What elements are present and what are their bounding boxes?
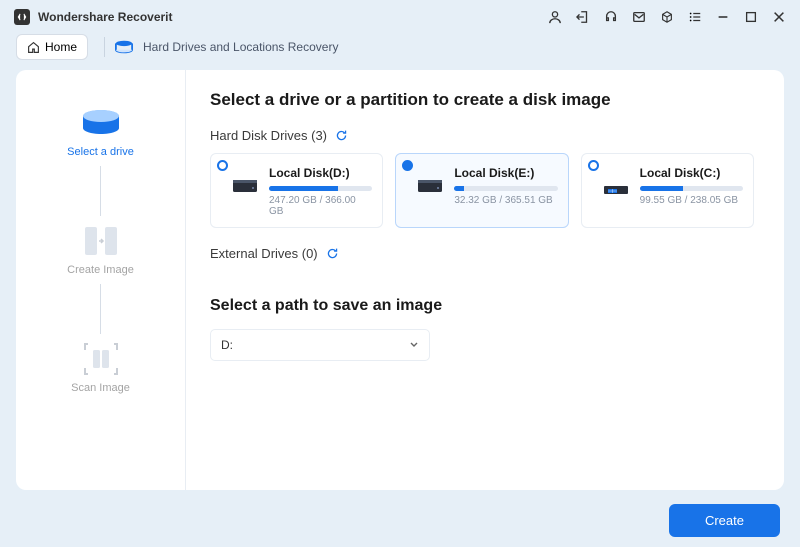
- drive-radio[interactable]: [217, 160, 228, 171]
- home-button[interactable]: Home: [16, 34, 88, 60]
- drive-name: Local Disk(E:): [454, 166, 557, 180]
- create-image-step-icon: [77, 224, 125, 258]
- usage-bar: [269, 186, 372, 191]
- save-path-select[interactable]: D:: [210, 329, 430, 361]
- hard-disk-section-label: Hard Disk Drives (3): [210, 128, 754, 143]
- app-logo: [14, 9, 30, 25]
- minimize-icon[interactable]: [716, 10, 730, 24]
- refresh-icon[interactable]: [335, 129, 348, 142]
- home-label: Home: [45, 40, 77, 54]
- menu-icon[interactable]: [688, 10, 702, 24]
- drive-radio[interactable]: [402, 160, 413, 171]
- box-icon[interactable]: [660, 10, 674, 24]
- footer: Create: [669, 504, 780, 537]
- drive-size: 247.20 GB / 366.00 GB: [269, 195, 372, 217]
- sidebar-step-label: Select a drive: [67, 146, 134, 158]
- sidebar-connector: [100, 166, 101, 216]
- sidebar-step-create-image[interactable]: Create Image: [16, 224, 185, 276]
- maximize-icon[interactable]: [744, 10, 758, 24]
- disk-icon: [602, 170, 630, 198]
- breadcrumb: Hard Drives and Locations Recovery: [104, 37, 338, 57]
- usage-bar: [454, 186, 557, 191]
- close-icon[interactable]: [772, 10, 786, 24]
- main-panel: Select a drive Create Image Scan Image S…: [16, 70, 784, 490]
- titlebar-left: Wondershare Recoverit: [14, 9, 173, 25]
- drive-card[interactable]: Local Disk(C:) 99.55 GB / 238.05 GB: [581, 153, 754, 228]
- titlebar-right: [548, 10, 786, 24]
- external-drives-section-label: External Drives (0): [210, 246, 754, 261]
- content-area: Select a drive or a partition to create …: [186, 70, 784, 490]
- save-path-value: D:: [221, 338, 233, 352]
- user-icon[interactable]: [548, 10, 562, 24]
- drive-name: Local Disk(D:): [269, 166, 372, 180]
- scan-image-step-icon: [77, 342, 125, 376]
- drive-size: 99.55 GB / 238.05 GB: [640, 195, 743, 206]
- sidebar-step-scan-image[interactable]: Scan Image: [16, 342, 185, 394]
- mail-icon[interactable]: [632, 10, 646, 24]
- toolbar: Home Hard Drives and Locations Recovery: [0, 34, 800, 70]
- drive-info: Local Disk(E:) 32.32 GB / 365.51 GB: [454, 166, 557, 217]
- sidebar-step-label: Create Image: [67, 264, 134, 276]
- titlebar: Wondershare Recoverit: [0, 0, 800, 34]
- usage-bar: [640, 186, 743, 191]
- refresh-icon[interactable]: [326, 247, 339, 260]
- create-button[interactable]: Create: [669, 504, 780, 537]
- disk-icon: [416, 170, 444, 198]
- external-label-text: External Drives (0): [210, 246, 318, 261]
- disk-icon: [231, 170, 259, 198]
- sidebar-connector: [100, 284, 101, 334]
- page-heading: Select a drive or a partition to create …: [210, 90, 754, 110]
- chevron-down-icon: [409, 340, 419, 350]
- headset-icon[interactable]: [604, 10, 618, 24]
- sidebar-step-label: Scan Image: [71, 382, 130, 394]
- drive-radio[interactable]: [588, 160, 599, 171]
- drive-name: Local Disk(C:): [640, 166, 743, 180]
- hard-disk-label-text: Hard Disk Drives (3): [210, 128, 327, 143]
- drive-info: Local Disk(D:) 247.20 GB / 366.00 GB: [269, 166, 372, 217]
- harddrive-icon: [113, 38, 135, 56]
- app-title: Wondershare Recoverit: [38, 10, 173, 24]
- save-path-heading: Select a path to save an image: [210, 297, 754, 315]
- sidebar: Select a drive Create Image Scan Image: [16, 70, 186, 490]
- drives-row: Local Disk(D:)247.20 GB / 366.00 GBLocal…: [210, 153, 754, 228]
- sidebar-step-select-drive[interactable]: Select a drive: [16, 106, 185, 158]
- drive-card[interactable]: Local Disk(E:) 32.32 GB / 365.51 GB: [395, 153, 568, 228]
- home-icon: [27, 41, 40, 54]
- login-icon[interactable]: [576, 10, 590, 24]
- breadcrumb-divider: [104, 37, 105, 57]
- breadcrumb-text: Hard Drives and Locations Recovery: [143, 40, 338, 54]
- drive-card[interactable]: Local Disk(D:) 247.20 GB / 366.00 GB: [210, 153, 383, 228]
- drive-size: 32.32 GB / 365.51 GB: [454, 195, 557, 206]
- drive-info: Local Disk(C:) 99.55 GB / 238.05 GB: [640, 166, 743, 217]
- drive-step-icon: [77, 106, 125, 140]
